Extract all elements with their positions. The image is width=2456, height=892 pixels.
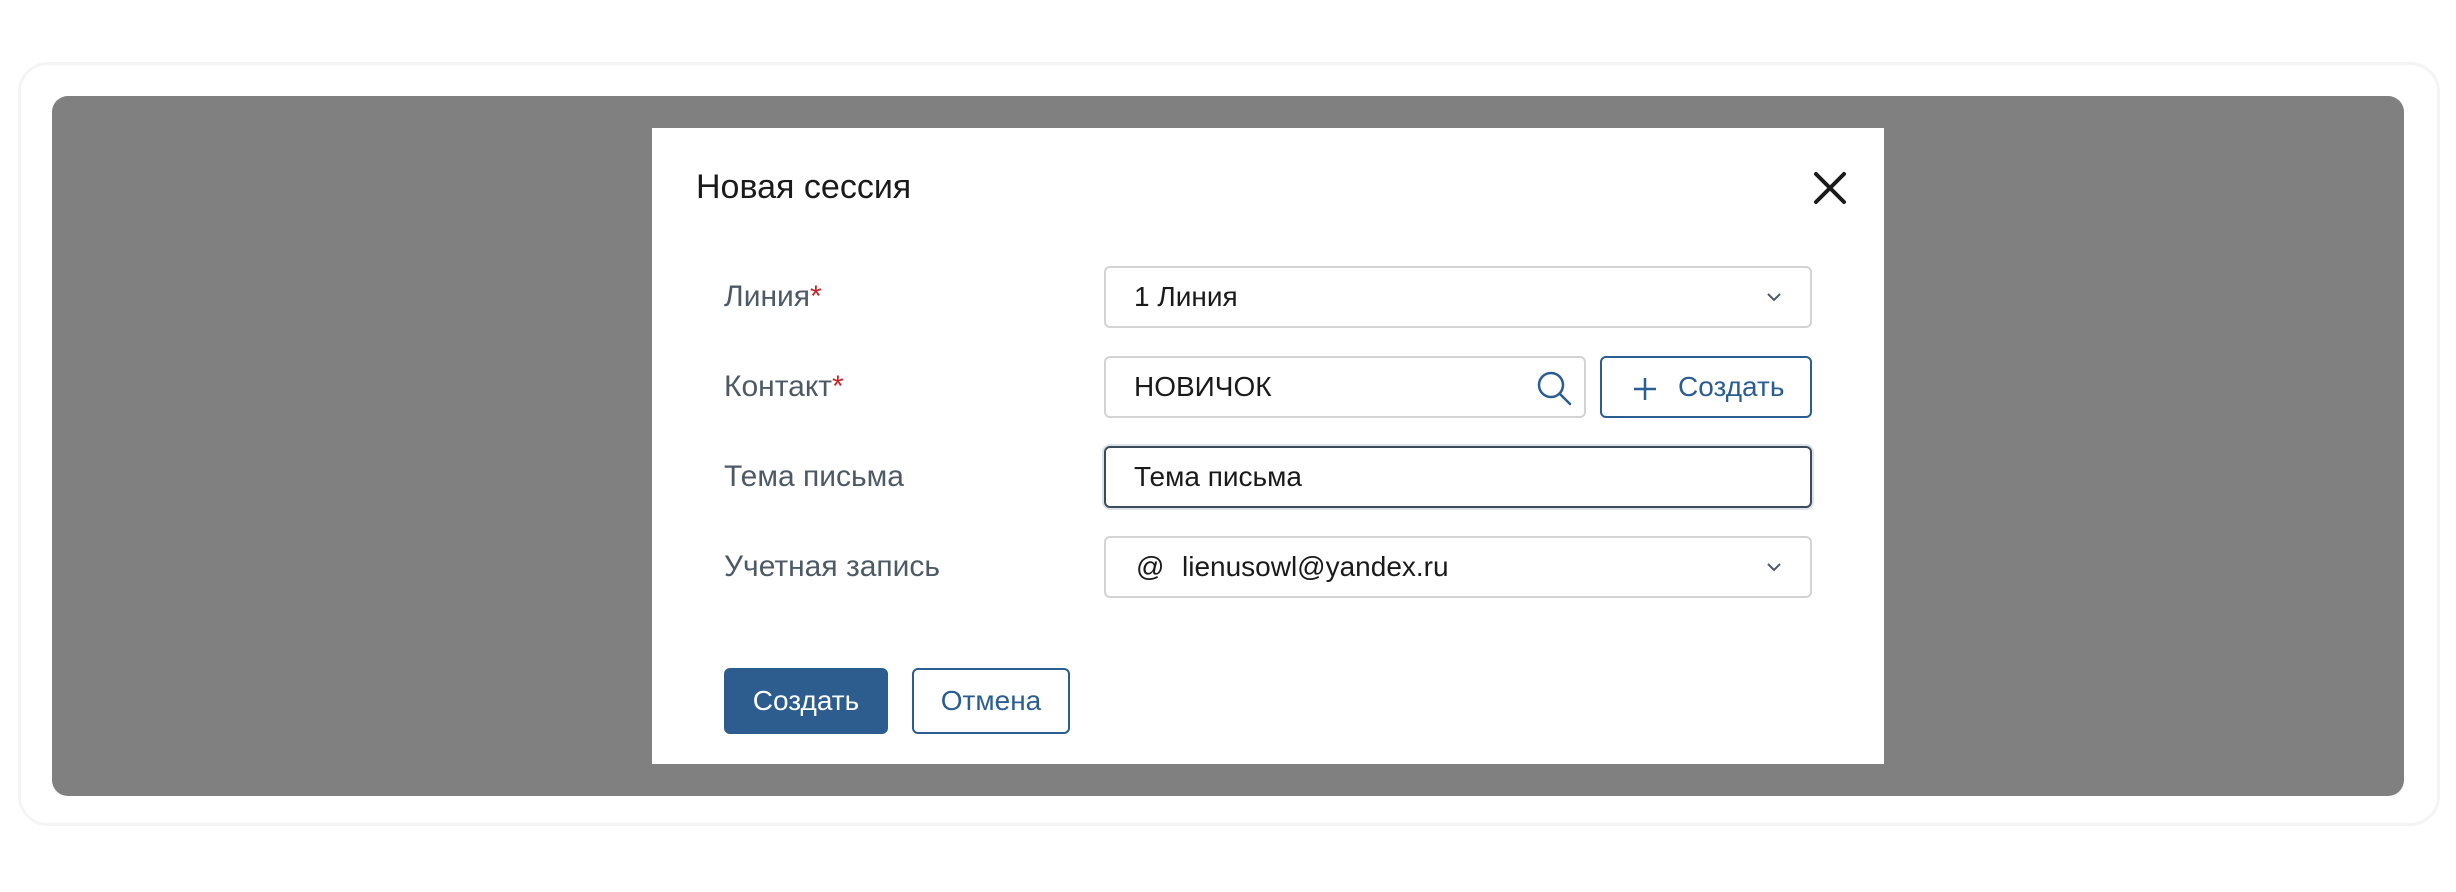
form-row-line: Линия* 1 Линия <box>652 266 1884 328</box>
account-select[interactable]: @ lienusowl@yandex.ru <box>1104 536 1812 598</box>
line-select-value: 1 Линия <box>1134 281 1238 312</box>
contact-label: Контакт* <box>724 370 844 403</box>
required-mark: * <box>810 280 822 313</box>
search-button[interactable] <box>1534 368 1574 408</box>
at-sign-icon: @ <box>1136 551 1165 582</box>
new-session-dialog: Новая сессия Линия* 1 Линия Контакт* НОВ… <box>652 128 1884 764</box>
line-select[interactable]: 1 Линия <box>1104 266 1812 328</box>
contact-search-input[interactable]: НОВИЧОК <box>1104 356 1586 418</box>
required-mark: * <box>832 370 844 403</box>
search-icon <box>1537 371 1572 406</box>
account-label: Учетная запись <box>724 550 941 583</box>
submit-create-button[interactable]: Создать <box>724 668 888 734</box>
dialog-title: Новая сессия <box>696 168 912 206</box>
subject-input-value: Тема письма <box>1134 461 1302 492</box>
chevron-down-icon <box>1767 563 1781 572</box>
close-button[interactable] <box>1810 168 1850 208</box>
form-row-subject: Тема письма Тема письма <box>652 446 1884 508</box>
close-icon <box>1814 172 1846 204</box>
create-contact-label: Создать <box>1678 371 1785 402</box>
cancel-label: Отмена <box>940 685 1042 716</box>
cancel-button[interactable]: Отмена <box>912 668 1070 734</box>
subject-label: Тема письма <box>724 460 904 493</box>
subject-input[interactable]: Тема письма <box>1104 446 1812 508</box>
contact-input-value: НОВИЧОК <box>1134 371 1272 402</box>
form-row-account: Учетная запись @ lienusowl@yandex.ru <box>652 536 1884 598</box>
create-contact-button[interactable]: Создать <box>1600 356 1812 418</box>
line-label: Линия* <box>724 280 822 313</box>
plus-icon <box>1634 378 1656 400</box>
account-select-value: lienusowl@yandex.ru <box>1182 551 1449 582</box>
form-row-contact: Контакт* НОВИЧОК Создать <box>652 356 1884 418</box>
submit-create-label: Создать <box>752 685 860 716</box>
chevron-down-icon <box>1767 293 1781 302</box>
